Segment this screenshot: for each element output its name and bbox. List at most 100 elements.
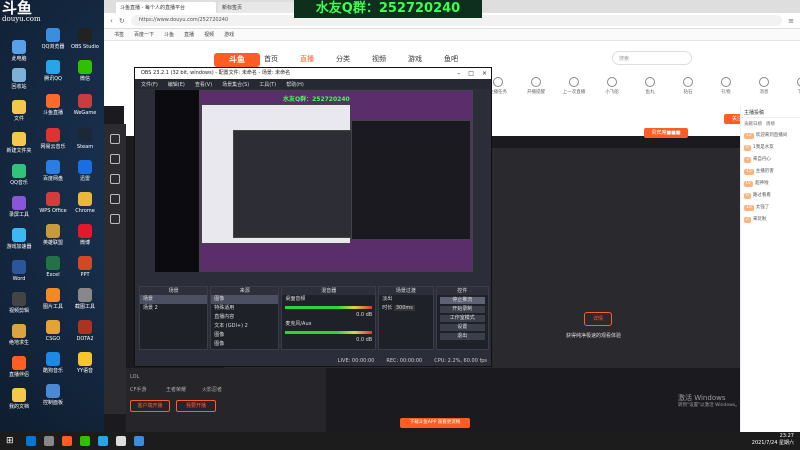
close-icon[interactable]: × [482, 68, 487, 79]
download-app-banner[interactable]: 下载斗鱼APP 观看更流畅 [400, 418, 470, 428]
tab-daily-rank[interactable]: 贡献日榜 [744, 121, 762, 127]
desktop-shortcut[interactable]: 回收站 [4, 68, 34, 90]
minimize-icon[interactable]: – [457, 68, 460, 79]
desktop-shortcut[interactable]: 英雄联盟 [38, 224, 68, 246]
desktop-shortcut[interactable]: 图片工具 [38, 288, 68, 310]
desktop-shortcut[interactable]: 微博 [70, 224, 100, 246]
obs-menu-item[interactable]: 查看(V) [195, 81, 212, 88]
desktop-shortcut[interactable]: Word [4, 260, 34, 282]
obs-menu-item[interactable]: 编辑(E) [168, 81, 185, 88]
category-label[interactable]: 火影忍者 [202, 386, 222, 393]
desktop-shortcut[interactable]: YY语音 [70, 352, 100, 374]
toolbar-item[interactable]: 开播提醒 [522, 77, 550, 95]
system-clock[interactable]: 23:27 2021/7/24 星期六 [752, 433, 794, 447]
desktop-shortcut[interactable]: 迅雷 [70, 160, 100, 182]
nav-item[interactable]: 直播 [300, 54, 314, 64]
nav-item[interactable]: 游戏 [408, 54, 422, 64]
toolbar-item[interactable]: 礼物 [712, 77, 740, 95]
go-live-button[interactable]: 我要开播 [176, 400, 216, 412]
desktop-shortcut[interactable]: 游戏加速器 [4, 228, 34, 250]
menu-icon[interactable]: ≡ [788, 17, 794, 25]
desktop-shortcut[interactable]: 新建文件夹 [4, 132, 34, 154]
toolbar-item[interactable]: 消息 [750, 77, 778, 95]
video-icon[interactable] [110, 174, 120, 184]
taskbar-app-icon[interactable] [133, 436, 144, 446]
desktop-shortcut[interactable]: 百度网盘 [38, 160, 68, 182]
trophy-icon[interactable] [110, 214, 120, 224]
taskbar-app-icon[interactable] [25, 436, 36, 446]
desktop-shortcut[interactable]: 截图工具 [70, 288, 100, 310]
client-live-button[interactable]: 客户端开播 [130, 400, 170, 412]
category-label[interactable]: CF手游 [130, 386, 146, 393]
desktop-shortcut[interactable]: WPS Office [38, 192, 68, 214]
tab-weekly-rank[interactable]: 周榜 [766, 121, 775, 127]
obs-control-button[interactable]: 设置 [439, 324, 485, 331]
obs-menu-item[interactable]: 帮助(H) [286, 81, 304, 88]
desktop-shortcut[interactable]: 网易云音乐 [38, 128, 68, 150]
source-item[interactable]: 图像 [211, 295, 279, 304]
toolbar-item[interactable]: 小飞船 [598, 77, 626, 95]
desktop-shortcut[interactable]: PPT [70, 256, 100, 278]
obs-control-button[interactable]: 开始录制 [439, 306, 485, 313]
category-label[interactable]: 王者荣耀 [166, 386, 186, 393]
douyu-logo[interactable]: 斗鱼 [214, 53, 260, 67]
maximize-icon[interactable]: □ [468, 68, 474, 79]
obs-menu-item[interactable]: 工具(T) [259, 81, 276, 88]
desktop-shortcut[interactable]: 腾讯QQ [38, 60, 68, 82]
vip-button[interactable]: 贵宾席■■■ [644, 128, 688, 138]
taskbar-app-icon[interactable] [97, 436, 108, 446]
desktop-shortcut[interactable]: 绝地求生 [4, 324, 34, 346]
transition-select[interactable]: 淡出 [379, 295, 432, 304]
desktop-shortcut[interactable]: 录屏工具 [4, 196, 34, 218]
source-item[interactable]: 特殊适用 [211, 304, 278, 313]
obs-control-button[interactable]: 退出 [439, 333, 485, 340]
taskbar-app-icon[interactable] [43, 436, 54, 446]
obs-control-button[interactable]: 工作室模式 [439, 315, 485, 322]
desktop-shortcut[interactable]: Chrome [70, 192, 100, 214]
home-icon[interactable] [110, 134, 120, 144]
desktop-shortcut[interactable]: DOTA2 [70, 320, 100, 342]
bookmark-item[interactable]: 斗鱼 [164, 31, 174, 38]
bookmark-item[interactable]: 百度一下 [134, 31, 154, 38]
desktop-shortcut[interactable]: 文件 [4, 100, 34, 122]
detail-button[interactable]: 详情 [584, 312, 612, 326]
toolbar-item[interactable]: 钻石 [674, 77, 702, 95]
bookmark-item[interactable]: 游戏 [224, 31, 234, 38]
desktop-shortcut[interactable]: Excel [38, 256, 68, 278]
taskbar-app-icon[interactable] [115, 436, 126, 446]
taskbar-app-icon[interactable] [79, 436, 90, 446]
back-icon[interactable]: ‹ [110, 17, 113, 25]
live-icon[interactable] [110, 154, 120, 164]
duration-input[interactable]: 300ms [393, 305, 415, 311]
nav-item[interactable]: 分类 [336, 54, 350, 64]
scene-item[interactable]: 场景 2 [140, 304, 207, 313]
obs-preview[interactable]: 水友Q群：252720240 [155, 90, 473, 272]
desktop-shortcut[interactable]: 微信 [70, 60, 100, 82]
source-item[interactable]: 图像 [211, 340, 278, 349]
obs-menu-item[interactable]: 场景集合(S) [222, 81, 249, 88]
obs-control-button[interactable]: 停止推流 [439, 297, 485, 304]
desktop-shortcut[interactable]: 此电脑 [4, 40, 34, 62]
source-item[interactable]: 直播内容 [211, 313, 278, 322]
desktop-shortcut[interactable]: OBS Studio [70, 28, 100, 50]
source-item[interactable]: 文本 (GDI+) 2 [211, 322, 278, 331]
scene-item[interactable]: 场景 [140, 295, 208, 304]
category-label[interactable]: LOL [130, 374, 139, 380]
desktop-shortcut[interactable]: 酷狗音乐 [38, 352, 68, 374]
nav-item[interactable]: 视频 [372, 54, 386, 64]
desktop-shortcut[interactable]: 我的文档 [4, 388, 34, 410]
bookmark-item[interactable]: 视频 [204, 31, 214, 38]
douyu-search-input[interactable]: 搜索 [612, 51, 692, 65]
toolbar-item[interactable]: 下载 [788, 77, 800, 95]
desktop-shortcut[interactable]: CSGO [38, 320, 68, 342]
desktop-shortcut[interactable]: QQ音乐 [4, 164, 34, 186]
bookmark-item[interactable]: 书签 [114, 31, 124, 38]
nav-item[interactable]: 首页 [264, 54, 278, 64]
desktop-shortcut[interactable]: 控制面板 [38, 384, 68, 406]
bookmark-item[interactable]: 直播 [184, 31, 194, 38]
toolbar-item[interactable]: 鱼丸 [636, 77, 664, 95]
nav-item[interactable]: 鱼吧 [444, 54, 458, 64]
desktop-shortcut[interactable]: 视频剪辑 [4, 292, 34, 314]
source-item[interactable]: 图像 [211, 331, 278, 340]
game-icon[interactable] [110, 194, 120, 204]
